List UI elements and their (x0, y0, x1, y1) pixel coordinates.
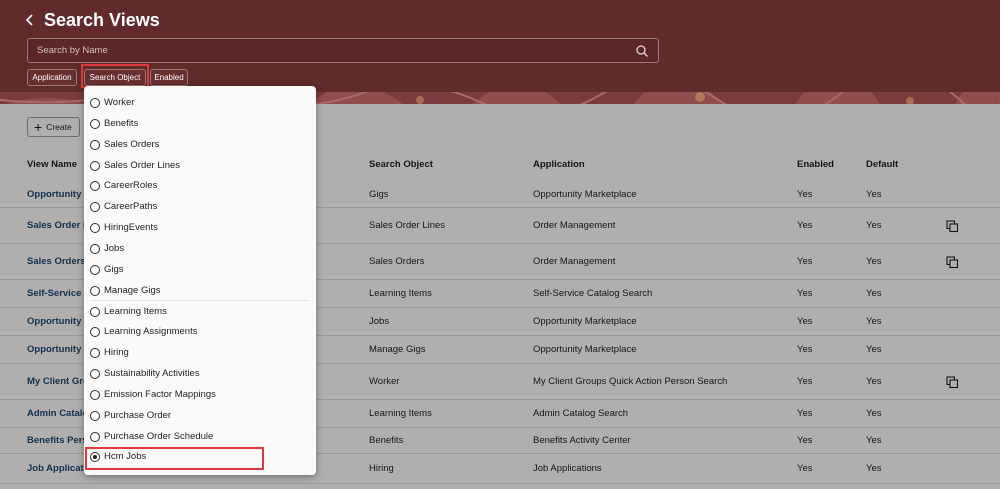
radio-icon[interactable] (90, 264, 100, 275)
radio-icon[interactable] (90, 160, 100, 171)
dropdown-option[interactable]: Sales Orders (90, 135, 310, 155)
radio-icon[interactable] (90, 410, 100, 421)
dropdown-option-label: Emission Factor Mappings (104, 388, 216, 400)
radio-icon[interactable] (90, 431, 100, 442)
page-title: Search Views (44, 10, 160, 30)
back-button[interactable] (22, 10, 38, 30)
dropdown-option-label: Learning Items (104, 305, 167, 317)
dropdown-option[interactable]: CareerPaths (90, 197, 310, 217)
dropdown-option-label: Worker (104, 97, 135, 108)
dropdown-option[interactable]: Manage Gigs (90, 281, 310, 301)
dropdown-option-label: Sales Order Lines (104, 159, 181, 171)
dropdown-option[interactable]: CareerRoles (90, 176, 310, 196)
radio-icon[interactable] (90, 389, 100, 400)
dropdown-option-label: Sustainability Activities (104, 368, 200, 380)
filter-chip-enabled[interactable]: Enabled (150, 69, 188, 86)
dropdown-option-label: Purchase Order Schedule (104, 430, 214, 442)
dropdown-option[interactable]: Benefits (90, 114, 310, 134)
dropdown-option-label: Gigs (104, 263, 124, 275)
dropdown-option-label: CareerRoles (104, 180, 158, 192)
chevron-left-icon (25, 14, 33, 26)
radio-icon[interactable] (90, 369, 100, 380)
radio-icon[interactable] (90, 118, 100, 129)
search-input[interactable]: Search by Name (27, 38, 659, 63)
radio-icon[interactable] (90, 98, 100, 108)
dropdown-option-label: HiringEvents (104, 222, 158, 234)
radio-icon[interactable] (90, 139, 100, 150)
dropdown-option-label: Manage Gigs (104, 284, 161, 296)
search-object-dropdown: Worker Benefits Sales Orders Sales Order Li… (84, 86, 316, 475)
radio-icon[interactable] (90, 306, 100, 317)
dropdown-option-label: Sales Orders (104, 138, 160, 150)
selected-option-highlight (85, 447, 264, 470)
dropdown-option[interactable]: Gigs (90, 260, 310, 280)
dropdown-option[interactable]: Purchase Order (90, 406, 310, 426)
dropdown-option[interactable]: Jobs (90, 239, 310, 259)
radio-icon[interactable] (90, 348, 100, 359)
radio-icon[interactable] (90, 243, 100, 254)
dropdown-option-label: Learning Assignments (104, 326, 198, 338)
dropdown-option[interactable]: Emission Factor Mappings (90, 385, 310, 405)
radio-icon[interactable] (90, 223, 100, 234)
dropdown-option[interactable]: Worker (90, 93, 310, 113)
radio-icon[interactable] (90, 202, 100, 213)
dropdown-option[interactable]: HiringEvents (90, 218, 310, 238)
search-object-highlight (81, 64, 149, 88)
dropdown-option[interactable]: Sustainability Activities (90, 364, 310, 384)
radio-icon[interactable] (90, 285, 100, 296)
dropdown-option-label: CareerPaths (104, 201, 158, 213)
search-icon[interactable] (635, 44, 649, 58)
dropdown-option-label: Benefits (104, 117, 139, 129)
filter-chip-application[interactable]: Application (27, 69, 77, 86)
radio-icon[interactable] (90, 181, 100, 192)
search-placeholder: Search by Name (37, 45, 108, 56)
dropdown-option[interactable]: Purchase Order Schedule (90, 427, 310, 447)
radio-icon[interactable] (90, 327, 100, 338)
dropdown-option[interactable]: Learning Items (90, 302, 310, 322)
dropdown-option-label: Purchase Order (104, 409, 172, 421)
dropdown-option-label: Jobs (104, 242, 125, 254)
dropdown-option[interactable]: Hiring (90, 343, 310, 363)
dropdown-option[interactable]: Learning Assignments (90, 322, 310, 342)
dropdown-option-label: Hiring (104, 347, 129, 359)
dropdown-option[interactable]: Sales Order Lines (90, 156, 310, 176)
